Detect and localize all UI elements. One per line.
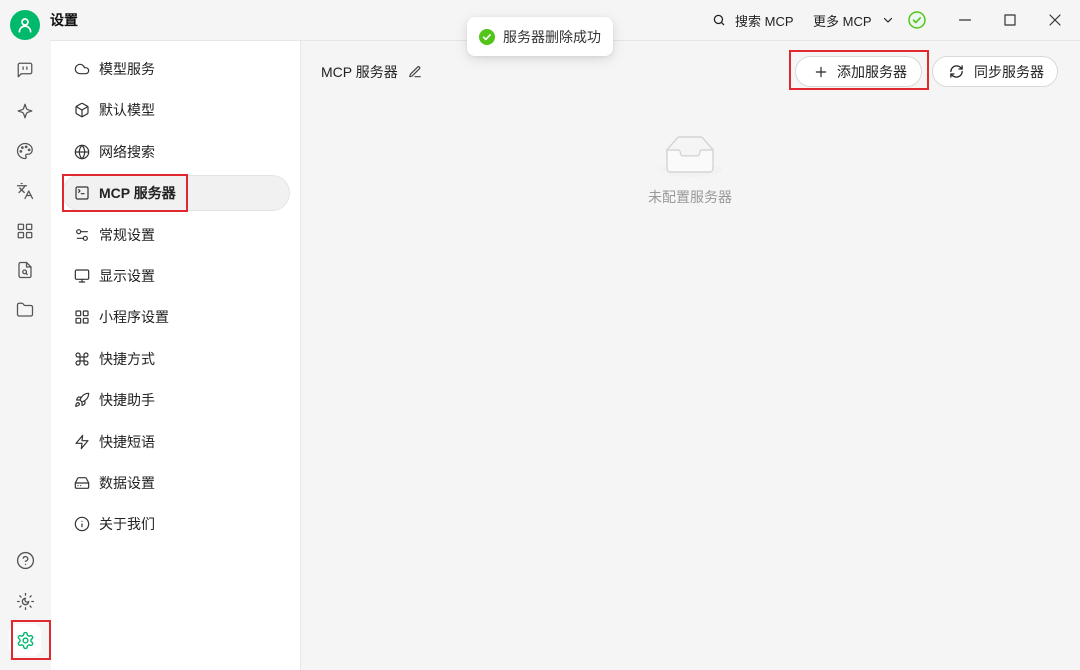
search-icon: [713, 14, 725, 26]
empty-inbox-icon: [658, 136, 722, 177]
pencil-icon: [409, 66, 421, 78]
translate-icon: [16, 182, 34, 200]
nav-item-label: MCP 服务器: [99, 185, 176, 202]
user-avatar[interactable]: [10, 10, 40, 40]
cloud-icon: [74, 63, 90, 75]
theme-toggle-icon: [16, 592, 34, 610]
minimize-icon: [959, 19, 971, 21]
more-mcp-dropdown[interactable]: 更多 MCP: [813, 10, 894, 30]
rocket-icon: [75, 392, 90, 408]
nav-item-label: 常规设置: [99, 226, 155, 243]
nav-item-label: 关于我们: [99, 516, 155, 533]
sliders-icon: [76, 228, 88, 241]
nav-item-miniapp-settings[interactable]: 小程序设置: [62, 299, 290, 335]
rail-knowledge-button[interactable]: [9, 254, 41, 286]
nav-item-shortcuts[interactable]: 快捷方式: [62, 341, 290, 377]
hard-drive-icon: [74, 476, 90, 489]
terminal-icon: [75, 186, 89, 200]
nav-item-label: 快捷助手: [99, 392, 155, 409]
nav-item-label: 网络搜索: [99, 143, 155, 160]
chevron-down-icon: [883, 17, 892, 23]
rail-apps-button[interactable]: [9, 215, 41, 247]
settings-nav: 模型服务 默认模型 网络搜索 MCP 服务器 常规设置 显示设置 小程序设置 快…: [51, 41, 301, 670]
page-title: MCP 服务器: [321, 64, 398, 80]
nav-item-mcp-servers[interactable]: MCP 服务器: [62, 175, 290, 212]
search-mcp-button[interactable]: 搜索 MCP: [712, 10, 794, 30]
nav-item-general-settings[interactable]: 常规设置: [62, 217, 290, 253]
refresh-icon: [950, 65, 963, 78]
maximize-button[interactable]: [995, 5, 1025, 35]
chat-icon: [17, 62, 33, 78]
rail-translate-button[interactable]: [9, 175, 41, 207]
command-icon: [75, 352, 89, 366]
nav-item-display-settings[interactable]: 显示设置: [62, 258, 290, 294]
sparkle-icon: [17, 103, 33, 119]
nav-item-default-model[interactable]: 默认模型: [62, 92, 290, 128]
nav-item-label: 快捷方式: [99, 350, 155, 367]
success-check-icon: [479, 28, 495, 45]
window-title: 设置: [50, 12, 78, 28]
empty-state-text: 未配置服务器: [648, 189, 732, 205]
close-icon: [1049, 14, 1061, 26]
grid-icon: [75, 310, 89, 324]
success-toast: 服务器删除成功: [467, 17, 613, 56]
sync-servers-label: 同步服务器: [974, 63, 1044, 80]
nav-item-quick-assistant[interactable]: 快捷助手: [62, 382, 290, 418]
search-mcp-label: 搜索 MCP: [735, 13, 794, 29]
nav-item-label: 显示设置: [99, 267, 155, 284]
more-mcp-label: 更多 MCP: [813, 13, 872, 29]
file-search-icon: [18, 261, 32, 279]
cube-icon: [75, 103, 89, 118]
nav-item-label: 默认模型: [99, 102, 155, 119]
maximize-icon: [1004, 14, 1016, 26]
toast-message: 服务器删除成功: [503, 28, 601, 45]
nav-item-label: 模型服务: [99, 61, 155, 77]
rail-chat-button[interactable]: [9, 54, 41, 86]
settings-icon: [17, 631, 33, 649]
rail-theme-button[interactable]: [9, 585, 41, 617]
rail-help-button[interactable]: [9, 544, 41, 576]
grid-icon: [17, 223, 33, 239]
help-icon: [16, 551, 34, 569]
nav-item-label: 快捷短语: [99, 433, 155, 450]
add-server-button[interactable]: 添加服务器: [795, 56, 922, 87]
nav-item-model-service[interactable]: 模型服务: [62, 51, 290, 87]
globe-icon: [74, 144, 90, 160]
close-button[interactable]: [1040, 5, 1070, 35]
rail-agents-button[interactable]: [9, 95, 41, 127]
nav-item-label: 小程序设置: [99, 309, 169, 326]
minimize-button[interactable]: [950, 5, 980, 35]
nav-item-quick-phrases[interactable]: 快捷短语: [62, 424, 290, 460]
info-icon: [74, 517, 90, 532]
nav-item-about[interactable]: 关于我们: [62, 506, 290, 542]
rail-settings-button[interactable]: [9, 624, 41, 656]
nav-item-label: 数据设置: [99, 474, 155, 491]
zap-icon: [75, 434, 89, 449]
rail-files-button[interactable]: [9, 294, 41, 326]
palette-icon: [16, 142, 33, 160]
folder-icon: [16, 302, 34, 317]
nav-item-data-settings[interactable]: 数据设置: [62, 465, 290, 501]
status-check-icon[interactable]: [907, 10, 927, 30]
add-server-label: 添加服务器: [837, 63, 907, 80]
rail-paintings-button[interactable]: [9, 135, 41, 167]
plus-icon: [815, 66, 827, 77]
edit-title-button[interactable]: [408, 65, 422, 79]
monitor-icon: [74, 269, 90, 283]
user-icon: [18, 18, 32, 33]
sync-servers-button[interactable]: 同步服务器: [932, 56, 1058, 87]
nav-item-web-search[interactable]: 网络搜索: [62, 134, 290, 170]
